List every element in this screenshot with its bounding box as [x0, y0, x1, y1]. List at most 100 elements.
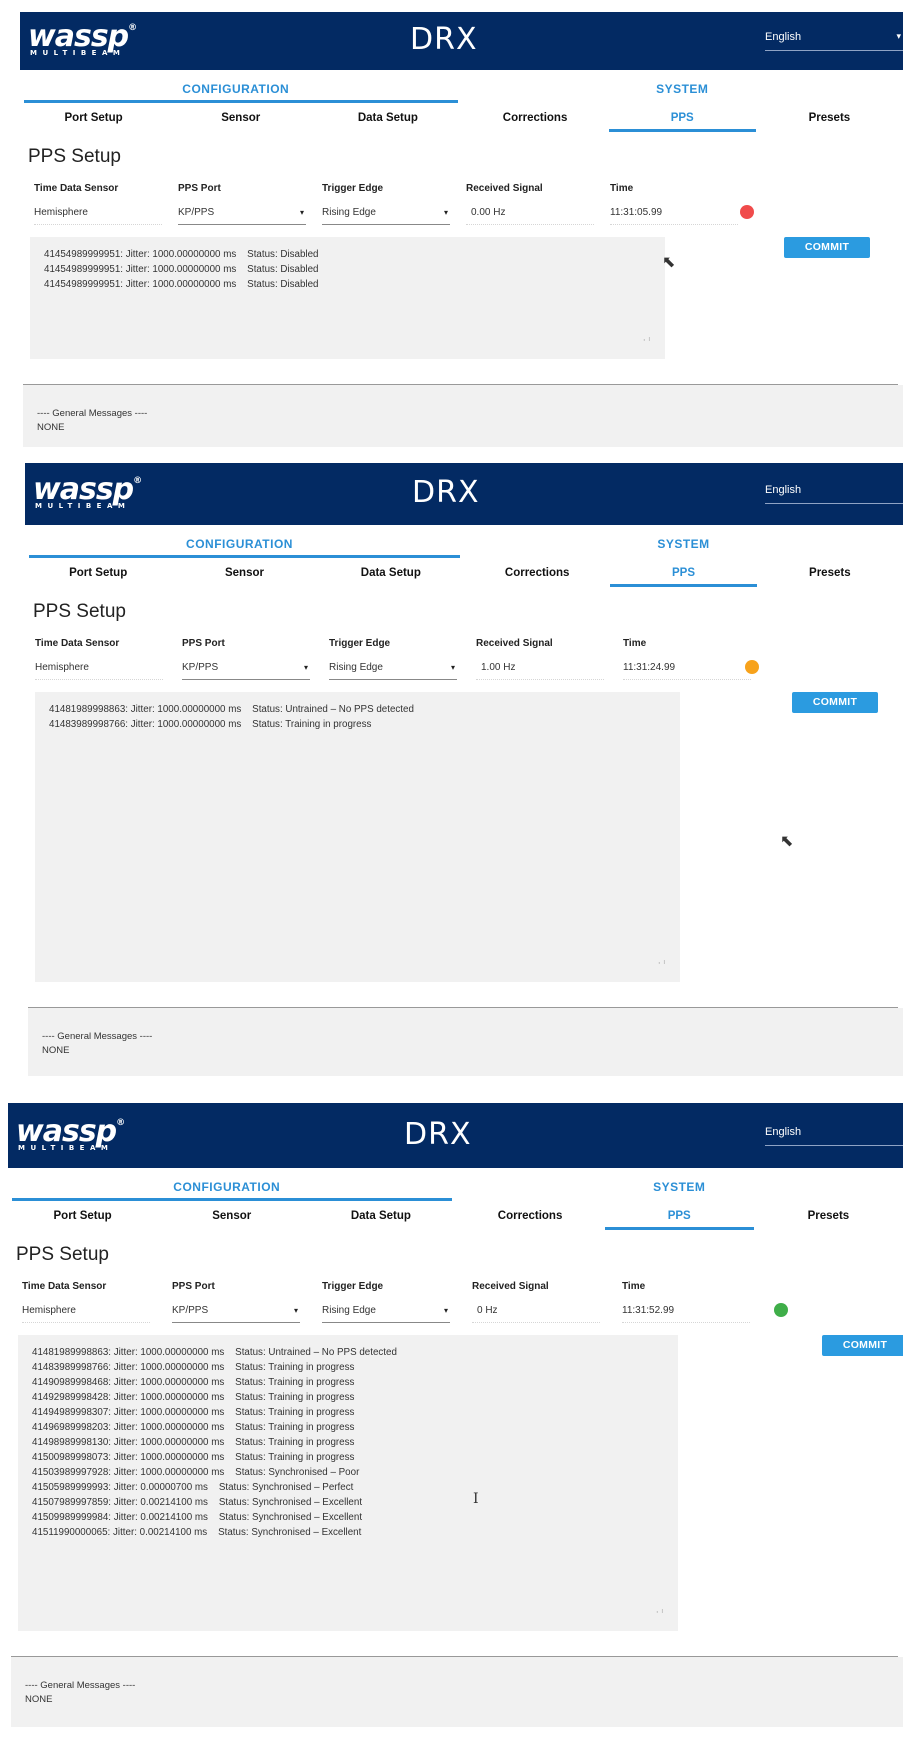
tab-corrections[interactable]: Corrections	[464, 567, 610, 579]
log-line: 41498989998130: Jitter: 1000.00000000 ms…	[32, 1437, 355, 1448]
received-signal-field: 1.00 Hz	[476, 656, 604, 680]
commit-button[interactable]: COMMIT	[792, 692, 878, 713]
pps-port-value: KP/PPS	[182, 662, 219, 673]
label-pps-port: PPS Port	[182, 638, 225, 649]
tab-pps[interactable]: PPS	[609, 112, 756, 124]
product-title: DRX	[412, 475, 480, 510]
time-data-sensor-value: Hemisphere	[34, 207, 88, 218]
logo-subtext: MULTIBEAM	[35, 502, 131, 510]
tab-port-setup[interactable]: Port Setup	[20, 112, 167, 124]
tab-pps[interactable]: PPS	[610, 567, 756, 579]
label-trigger-edge: Trigger Edge	[322, 1281, 384, 1292]
page-title: PPS Setup	[16, 1244, 109, 1265]
time-value: 11:31:05.99	[610, 207, 663, 218]
time-field: 11:31:05.99	[610, 201, 738, 225]
configuration-tab-underline	[24, 100, 458, 103]
tab-port-setup[interactable]: Port Setup	[25, 567, 171, 579]
commit-button[interactable]: COMMIT	[822, 1335, 903, 1356]
time-field: 11:31:52.99	[622, 1299, 750, 1323]
tab-sensor[interactable]: Sensor	[167, 112, 314, 124]
tab-presets[interactable]: Presets	[754, 1210, 903, 1222]
time-data-sensor-value: Hemisphere	[22, 1305, 76, 1316]
language-value: English	[765, 31, 802, 43]
tab-configuration[interactable]: CONFIGURATION	[8, 1180, 446, 1194]
tab-data-setup[interactable]: Data Setup	[318, 567, 464, 579]
pps-port-select[interactable]: KP/PPS ▾	[172, 1299, 300, 1323]
app-snapshot: wassp MULTIBEAM ® DRX English ▾ CONFIGURATION S…	[0, 12, 903, 460]
pps-status-indicator	[745, 660, 759, 674]
general-messages-panel: ---- General Messages ---- NONE	[11, 1657, 903, 1727]
trigger-edge-value: Rising Edge	[329, 662, 383, 673]
tab-port-setup[interactable]: Port Setup	[8, 1210, 157, 1222]
log-line: 41490989998468: Jitter: 1000.00000000 ms…	[32, 1377, 355, 1388]
trigger-edge-select[interactable]: Rising Edge ▾	[329, 656, 457, 680]
tab-corrections[interactable]: Corrections	[462, 112, 609, 124]
pps-log-textarea[interactable]: 41481989998863: Jitter: 1000.00000000 ms…	[35, 692, 680, 982]
mouse-pointer-icon: ⬉	[780, 833, 794, 850]
received-signal-field: 0.00 Hz	[466, 201, 594, 225]
tab-sensor[interactable]: Sensor	[157, 1210, 306, 1222]
label-received-signal: Received Signal	[472, 1281, 549, 1292]
pps-status-indicator	[740, 205, 754, 219]
language-select[interactable]: English	[765, 1122, 903, 1146]
tab-data-setup[interactable]: Data Setup	[306, 1210, 455, 1222]
pps-log-textarea[interactable]: 41454989999951: Jitter: 1000.00000000 ms…	[30, 237, 665, 359]
trigger-edge-select[interactable]: Rising Edge ▾	[322, 1299, 450, 1323]
resize-handle-icon[interactable]: ⠠⠰	[654, 1604, 664, 1619]
tab-system[interactable]: SYSTEM	[456, 1180, 903, 1194]
chevron-down-icon: ▾	[303, 663, 308, 672]
chevron-down-icon: ▾	[896, 31, 901, 41]
general-messages-body: NONE	[42, 1045, 70, 1056]
product-title: DRX	[410, 22, 478, 57]
tab-system[interactable]: SYSTEM	[464, 537, 903, 551]
tab-pps[interactable]: PPS	[605, 1210, 754, 1222]
tab-data-setup[interactable]: Data Setup	[314, 112, 461, 124]
language-select[interactable]: English	[765, 480, 903, 504]
tab-presets[interactable]: Presets	[757, 567, 903, 579]
tab-configuration[interactable]: CONFIGURATION	[25, 537, 454, 551]
pps-tab-underline	[608, 129, 756, 132]
label-time-data-sensor: Time Data Sensor	[22, 1281, 107, 1292]
tab-corrections[interactable]: Corrections	[456, 1210, 605, 1222]
general-messages-panel: ---- General Messages ---- NONE	[23, 385, 903, 447]
pps-tab-underline	[610, 584, 757, 587]
log-line: 41511990000065: Jitter: 0.00214100 ms St…	[32, 1527, 362, 1538]
time-data-sensor-field: Hemisphere	[34, 201, 162, 225]
tab-configuration[interactable]: CONFIGURATION	[20, 82, 452, 96]
pps-port-select[interactable]: KP/PPS ▾	[182, 656, 310, 680]
tab-presets[interactable]: Presets	[756, 112, 903, 124]
tab-system[interactable]: SYSTEM	[462, 82, 903, 96]
commit-button[interactable]: COMMIT	[784, 237, 870, 258]
tab-sensor[interactable]: Sensor	[171, 567, 317, 579]
page-title: PPS Setup	[33, 601, 126, 622]
trigger-edge-select[interactable]: Rising Edge ▾	[322, 201, 450, 225]
label-time: Time	[622, 1281, 646, 1292]
configuration-tab-underline	[29, 555, 460, 558]
general-messages-title: ---- General Messages ----	[25, 1680, 136, 1691]
general-messages-body: NONE	[25, 1694, 53, 1705]
log-line: 41509989999984: Jitter: 0.00214100 ms St…	[32, 1512, 363, 1523]
trigger-edge-value: Rising Edge	[322, 207, 376, 218]
label-received-signal: Received Signal	[476, 638, 553, 649]
language-select[interactable]: English ▾	[765, 27, 903, 51]
app-snapshot: wassp MULTIBEAM ® DRX English CONFIGURATION SY…	[0, 1103, 903, 1737]
resize-handle-icon[interactable]: ⠠⠰	[641, 332, 651, 347]
app-snapshot: wassp MULTIBEAM ® DRX English CONFIGURATION SY…	[0, 463, 903, 1103]
label-pps-port: PPS Port	[172, 1281, 215, 1292]
chevron-down-icon: ▾	[443, 208, 448, 217]
time-data-sensor-field: Hemisphere	[22, 1299, 150, 1323]
label-pps-port: PPS Port	[178, 183, 221, 194]
logo-registered: ®	[116, 1118, 125, 1128]
logo-text: wassp	[28, 19, 129, 54]
chevron-down-icon: ▾	[299, 208, 304, 217]
pps-log-textarea[interactable]: 41481989998863: Jitter: 1000.00000000 ms…	[18, 1335, 678, 1631]
resize-handle-icon[interactable]: ⠠⠰	[656, 955, 666, 970]
pps-port-select[interactable]: KP/PPS ▾	[178, 201, 306, 225]
product-title: DRX	[404, 1117, 472, 1152]
general-messages-title: ---- General Messages ----	[37, 408, 148, 419]
chevron-down-icon: ▾	[443, 1306, 448, 1315]
log-line: 41496989998203: Jitter: 1000.00000000 ms…	[32, 1422, 355, 1433]
log-line: 41481989998863: Jitter: 1000.00000000 ms…	[49, 704, 414, 715]
time-value: 11:31:24.99	[623, 662, 676, 673]
log-line: 41494989998307: Jitter: 1000.00000000 ms…	[32, 1407, 355, 1418]
